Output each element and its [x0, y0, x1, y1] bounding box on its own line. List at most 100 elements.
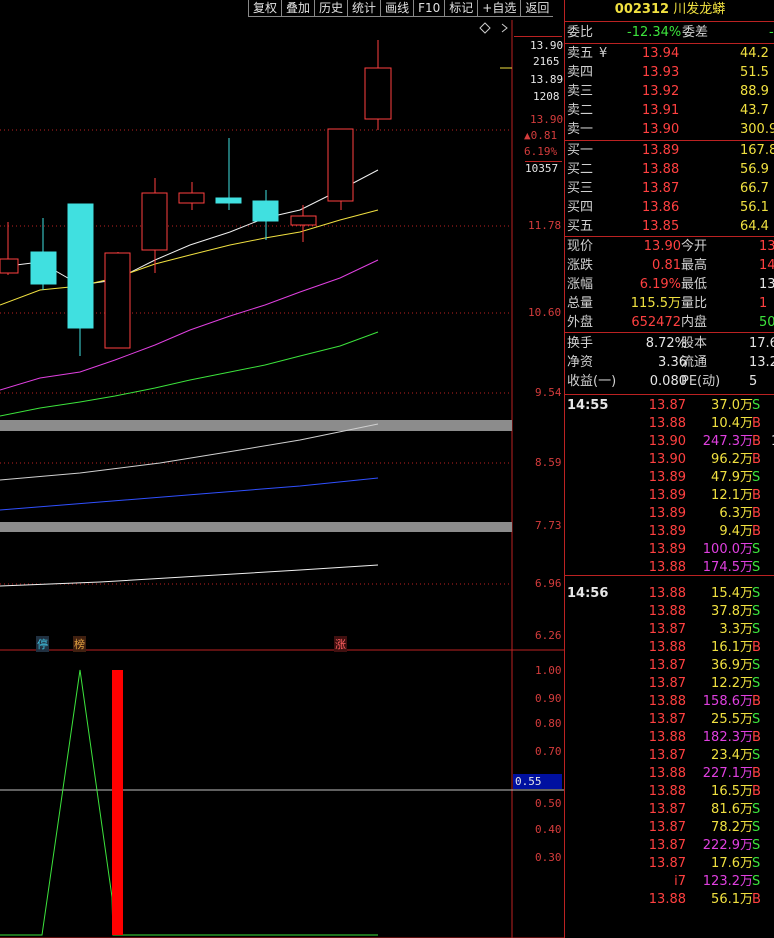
history-button[interactable]: 历史 — [314, 0, 348, 17]
tick-volume: 9.4万 — [719, 524, 753, 539]
tick-row[interactable]: 13.88 227.1万 B — [565, 765, 774, 783]
bid-label: 买一 — [567, 143, 594, 158]
tick-row[interactable]: 13.87 36.9万 S — [565, 657, 774, 675]
tick-volume: 158.6万 — [702, 694, 753, 709]
tick-row[interactable]: 13.90247.3万B1 — [565, 433, 774, 451]
bid-label: 买三 — [567, 181, 594, 196]
bid-price: 13.85 — [642, 219, 680, 234]
statistics-button[interactable]: 统计 — [347, 0, 381, 17]
tick-row[interactable]: 13.87 78.2万 S — [565, 819, 774, 837]
tick-side: S — [752, 676, 761, 691]
quote-value: 115.5万 — [630, 296, 681, 311]
tick-side: B — [752, 452, 761, 467]
kline-chart[interactable]: 11.78 10.60 9.54 8.59 7.73 6.96 6.26 13.… — [0, 0, 564, 938]
tick-side: B — [752, 488, 761, 503]
cursor-price2: 13.89 — [530, 73, 564, 86]
quote-row: 外盘 652472内盘 5026 — [565, 314, 774, 332]
tick-row[interactable]: 13.87 23.4万 S — [565, 747, 774, 765]
tick-row[interactable]: 13.87 25.5万 S — [565, 711, 774, 729]
back-button[interactable]: 返回 — [520, 0, 554, 17]
mark-rise[interactable]: 涨 — [334, 636, 347, 652]
tick-side: S — [752, 622, 761, 637]
ask-label: 卖三 — [567, 84, 594, 99]
ask-label: 卖五 — [567, 46, 594, 61]
finance-value: 17.6 — [749, 336, 774, 351]
tick-row[interactable]: 13.88 158.6万 B — [565, 693, 774, 711]
tick-side: S — [752, 874, 761, 889]
tick-price: 13.87 — [648, 658, 686, 673]
weibi-label: 委比 — [567, 25, 594, 40]
bid-price: 13.86 — [642, 200, 680, 215]
tick-row[interactable]: 13.87 3.3万 S — [565, 621, 774, 639]
tick-row[interactable]: 13.89 12.1万 B — [565, 487, 774, 505]
kline-svg[interactable] — [0, 0, 564, 938]
draw-line-button[interactable]: 画线 — [380, 0, 414, 17]
quote-value: 6.19% — [639, 277, 681, 292]
price-axis-label: 10.60 — [528, 306, 562, 319]
tick-row[interactable]: 13.89 9.4万 B — [565, 523, 774, 541]
tick-row[interactable]: 13.87 81.6万 S — [565, 801, 774, 819]
finance-row: 净资3.36流通13.2 — [565, 354, 774, 372]
f10-button[interactable]: F10 — [413, 0, 445, 17]
finance-value: 5 — [749, 374, 758, 389]
ask-row[interactable]: 卖三 13.92 88.9 — [565, 83, 774, 101]
bid-row[interactable]: 买二 13.88 56.9 — [565, 161, 774, 179]
tick-row[interactable]: 13.88 10.4万 B — [565, 415, 774, 433]
tick-side: B — [752, 434, 761, 449]
overlay-button[interactable]: 叠加 — [281, 0, 315, 17]
tick-row[interactable]: 13.87 12.2万 S — [565, 675, 774, 693]
ma5-line — [0, 169, 379, 286]
ask-price: 13.92 — [642, 84, 680, 99]
tick-row[interactable]: 13.89 47.9万 S — [565, 469, 774, 487]
ask-volume: 88.9 — [740, 84, 769, 99]
tick-row[interactable]: 13.87 17.6万 S — [565, 855, 774, 873]
tick-price: 13.88 — [648, 784, 686, 799]
tick-side: S — [752, 604, 761, 619]
tick-price: 13.87 — [648, 838, 686, 853]
ask-row[interactable]: 卖一 13.90 300.9 — [565, 121, 774, 139]
quote-value: 14 — [759, 258, 774, 273]
mark-stop[interactable]: 停 — [36, 636, 49, 652]
quote-value: 13 — [759, 277, 774, 292]
tick-volume: 15.4万 — [711, 586, 753, 601]
tick-row[interactable]: 13.88 182.3万 B — [565, 729, 774, 747]
tick-row[interactable]: 14:55 13.87 37.0万 S — [565, 397, 774, 415]
bid-row[interactable]: 买五 13.85 64.4 — [565, 218, 774, 236]
bid-row[interactable]: 买四 13.86 56.1 — [565, 199, 774, 217]
tick-row[interactable]: 13.88 56.1万 B — [565, 891, 774, 909]
tick-row[interactable]: 13.88 37.8万 S — [565, 603, 774, 621]
candle — [327, 128, 354, 210]
quote-row: 现价 13.90 今开 13 — [565, 238, 774, 256]
ask-price: 13.91 — [642, 103, 680, 118]
finance-row: 收益(一) 0.080 PE(动) 5 — [565, 373, 774, 391]
bid-volume: 56.1 — [740, 200, 769, 215]
tick-row[interactable]: 14:56 13.88 15.4万 S — [565, 585, 774, 603]
tick-time: 14:55 — [567, 398, 609, 413]
tick-volume: 37.8万 — [711, 604, 753, 619]
add-watchlist-button[interactable]: +自选 — [477, 0, 521, 17]
tick-price: 13.87 — [648, 712, 686, 727]
tick-volume: 17.6万 — [711, 856, 753, 871]
ask-row[interactable]: 卖五 ¥13.94 44.2 — [565, 45, 774, 63]
tick-row[interactable]: 13.87 222.9万 S — [565, 837, 774, 855]
tick-row[interactable]: 13.88 16.1万 B — [565, 639, 774, 657]
ask-row[interactable]: 卖二 13.91 43.7 — [565, 102, 774, 120]
tick-row[interactable]: 13.89 100.0万 S — [565, 541, 774, 559]
mark-list[interactable]: 榜 — [73, 636, 86, 652]
bid-row[interactable]: 买一 13.89 167.8 — [565, 142, 774, 160]
mark-button[interactable]: 标记 — [444, 0, 478, 17]
quote-value: 0.81 — [652, 258, 681, 273]
tick-row[interactable]: 13.89 6.3万 B — [565, 505, 774, 523]
finance-label: 收益(一) — [567, 374, 617, 389]
ma30-line — [0, 331, 379, 417]
restore-rights-button[interactable]: 复权 — [248, 0, 282, 17]
quote-label: 涨跌 — [567, 258, 594, 273]
price-axis-label: 6.96 — [535, 577, 562, 590]
ask-row[interactable]: 卖四 13.93 51.5 — [565, 64, 774, 82]
tick-row[interactable]: i7 123.2万 S — [565, 873, 774, 891]
tick-row[interactable]: 13.90 96.2万 B — [565, 451, 774, 469]
tick-row[interactable]: 13.88 16.5万 B — [565, 783, 774, 801]
quote-label: 量比 — [681, 296, 708, 311]
tick-price: 13.89 — [648, 506, 686, 521]
bid-row[interactable]: 买三 13.87 66.7 — [565, 180, 774, 198]
